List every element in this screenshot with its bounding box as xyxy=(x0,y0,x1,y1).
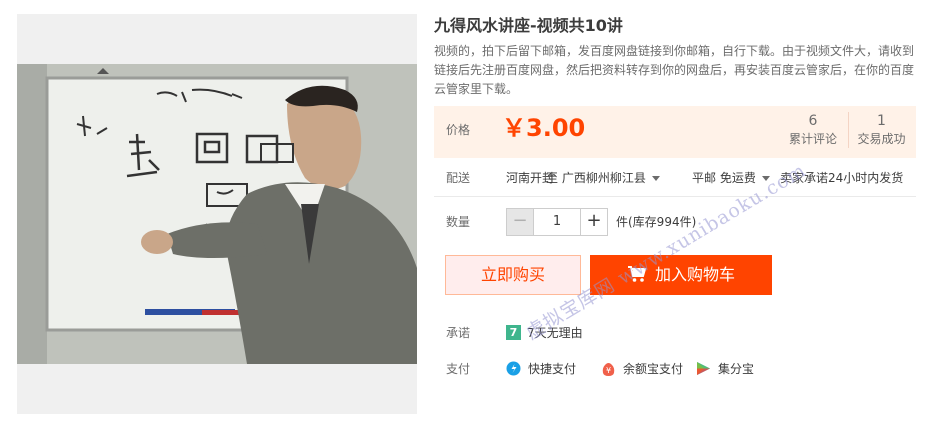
quantity-label: 数量 xyxy=(446,215,471,229)
yuebao-icon: ¥ xyxy=(602,363,615,376)
payment-quick-pay[interactable]: 快捷支付 xyxy=(506,357,576,381)
shipping-method: 平邮 免运费 xyxy=(692,171,756,185)
shipping-label: 配送 xyxy=(446,171,471,185)
guarantee-label: 承诺 xyxy=(446,326,471,340)
comments-count: 6 xyxy=(808,113,818,129)
quick-pay-icon xyxy=(506,361,521,376)
buy-now-button[interactable]: 立即购买 xyxy=(445,255,581,295)
sales-label: 交易成功 xyxy=(857,132,906,146)
payment-method-label: 快捷支付 xyxy=(528,362,577,376)
svg-text:¥: ¥ xyxy=(606,366,611,375)
price-label: 价格 xyxy=(446,123,471,137)
jifenbao-icon xyxy=(697,362,710,375)
comments-label: 累计评论 xyxy=(788,132,837,146)
product-title: 九得风水讲座-视频共10讲 xyxy=(434,16,623,35)
payment-row: 支付 快捷支付 ¥ 余额宝支付 集分宝 xyxy=(434,357,916,381)
quantity-decrease-button[interactable]: − xyxy=(507,209,533,235)
price-box: 价格 ￥3.00 6 累计评论 1 交易成功 xyxy=(434,106,916,158)
guarantee-row: 承诺 7 7天无理由 xyxy=(434,321,916,345)
price-value: ￥3.00 xyxy=(502,114,586,142)
lecture-scene-image xyxy=(17,64,417,364)
payment-yuebao[interactable]: ¥ 余额宝支付 xyxy=(601,357,683,381)
seven-day-return-icon: 7 xyxy=(506,325,521,340)
quantity-increase-button[interactable]: + xyxy=(581,209,607,235)
shipping-row: 配送 河南开封 至 广西柳州柳江县 平邮 免运费 卖家承诺24小时内发货 xyxy=(434,166,916,190)
quantity-input[interactable]: 1 xyxy=(533,209,581,235)
product-media-panel xyxy=(17,14,417,414)
product-description: 视频的，拍下后留下邮箱，发百度网盘链接到你邮箱，自行下载。由于视频文件大，请收到… xyxy=(434,44,915,96)
shipping-destination-select[interactable]: 至 广西柳州柳江县 xyxy=(546,166,660,190)
add-to-cart-label: 加入购物车 xyxy=(654,265,735,284)
payment-method-label: 集分宝 xyxy=(718,362,755,376)
product-video-thumbnail[interactable] xyxy=(17,64,417,364)
payment-jifenbao[interactable]: 集分宝 xyxy=(696,357,754,381)
payment-label: 支付 xyxy=(446,362,471,376)
payment-method-label: 余额宝支付 xyxy=(623,362,684,376)
product-info: 九得风水讲座-视频共10讲 视频的，拍下后留下邮箱，发百度网盘链接到你邮箱，自行… xyxy=(434,14,916,99)
divider xyxy=(434,196,916,197)
shipping-destination: 至 广西柳州柳江县 xyxy=(546,171,646,185)
quantity-stepper: − 1 + xyxy=(506,208,608,236)
chevron-down-icon xyxy=(651,176,660,181)
sales-count: 1 xyxy=(877,113,886,129)
comments-stat[interactable]: 6 累计评论 xyxy=(780,112,846,148)
sales-stat: 1 交易成功 xyxy=(848,112,914,148)
